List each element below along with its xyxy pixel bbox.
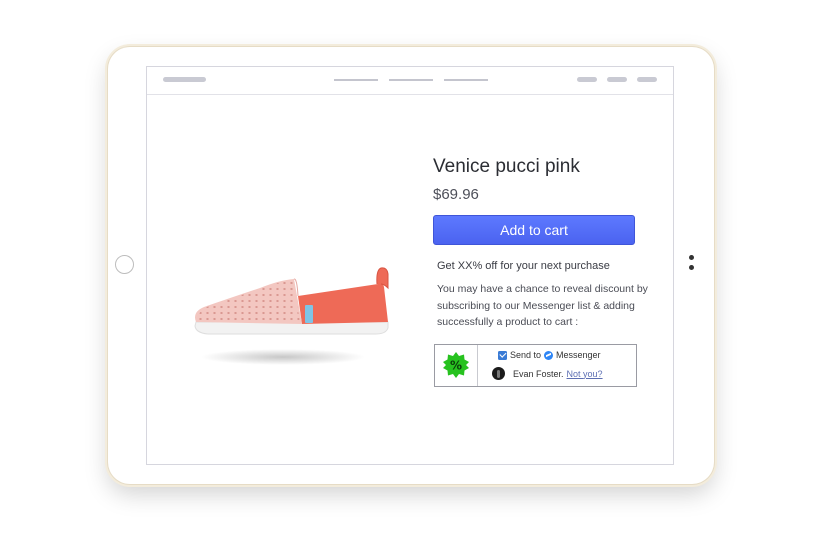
messenger-label: Messenger xyxy=(556,350,601,360)
nav-link-placeholder-2[interactable] xyxy=(389,79,433,81)
user-row: Evan Foster. Not you? xyxy=(492,367,603,380)
nav-action-placeholder-2[interactable] xyxy=(607,77,627,82)
camera-dot xyxy=(689,255,694,260)
send-to-label: Send to xyxy=(510,350,542,360)
product-title: Venice pucci pink xyxy=(433,156,580,177)
nav-action-placeholder-1[interactable] xyxy=(577,77,597,82)
add-to-cart-button[interactable]: Add to cart xyxy=(433,215,635,245)
discount-badge-icon: % xyxy=(443,352,469,378)
user-name: Evan Foster. xyxy=(513,368,564,379)
badge-symbol: % xyxy=(450,359,462,373)
product-price: $69.96 xyxy=(433,186,479,203)
not-you-link[interactable]: Not you? xyxy=(567,369,603,379)
home-button[interactable] xyxy=(115,255,134,274)
product-image xyxy=(190,262,395,372)
promo-description-line: subscribing to our Messenger list & addi… xyxy=(437,299,635,312)
nav-action-placeholder-3[interactable] xyxy=(637,77,657,82)
messenger-checkbox-widget: % Send to Messenger Evan Foster. Not you… xyxy=(434,344,637,387)
send-to-row: Send to Messenger xyxy=(498,350,601,360)
top-nav-bar xyxy=(147,67,673,95)
promo-headline: Get XX% off for your next purchase xyxy=(437,260,610,272)
promo-description-line: You may have a chance to reveal discount… xyxy=(437,283,648,295)
sensor-dot xyxy=(689,265,694,270)
promo-description-line: successfully a product to cart : xyxy=(437,316,579,328)
avatar xyxy=(492,367,505,380)
messenger-icon xyxy=(544,350,554,360)
nav-link-placeholder-1[interactable] xyxy=(334,79,378,81)
logo-placeholder[interactable] xyxy=(163,77,206,82)
checkbox-checked-icon[interactable] xyxy=(498,350,507,360)
nav-link-placeholder-3[interactable] xyxy=(444,79,488,81)
discount-badge-box: % xyxy=(435,345,478,386)
promo-description: You may have a chance to reveal discount… xyxy=(437,281,667,331)
